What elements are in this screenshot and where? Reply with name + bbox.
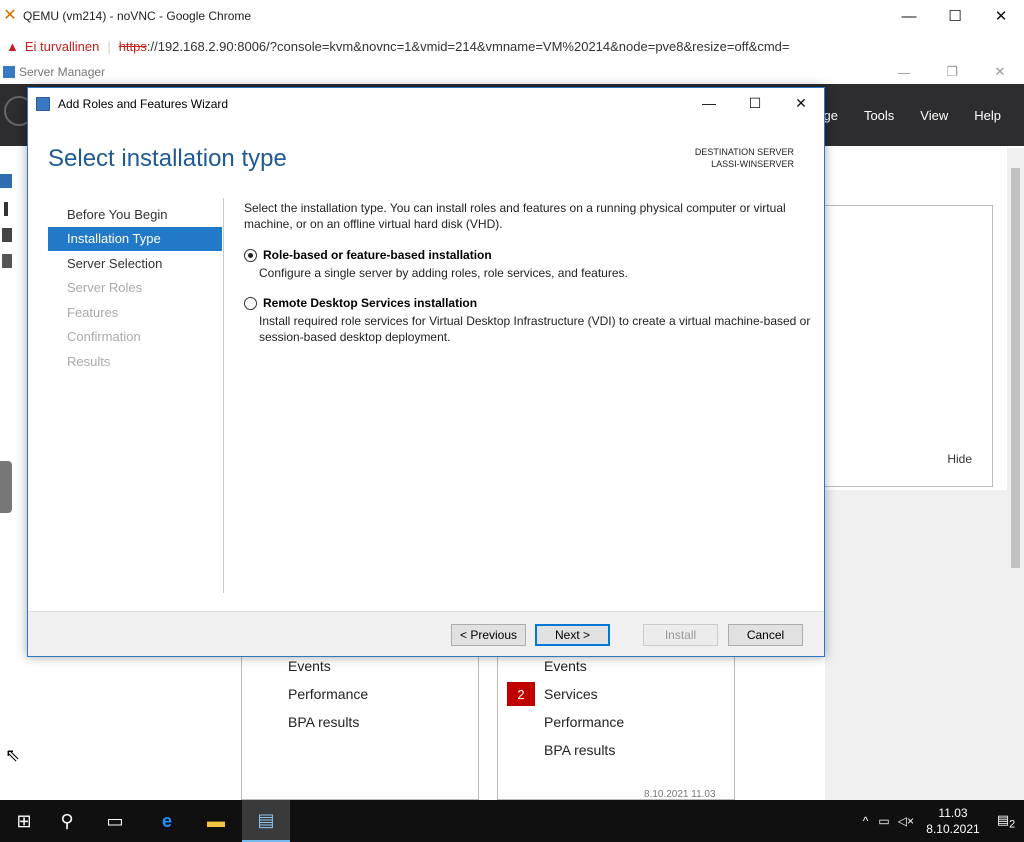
sm-close-button[interactable]: ✕ (976, 60, 1024, 84)
sm-restore-button[interactable]: ❐ (928, 60, 976, 84)
wizard-maximize-button[interactable]: ☐ (732, 88, 778, 118)
local-server-icon[interactable] (4, 202, 8, 216)
scroll-thumb[interactable] (1011, 168, 1020, 568)
side-expand-tab[interactable] (0, 461, 12, 513)
panel-left-bpa[interactable]: BPA results (288, 714, 359, 730)
notification-center-icon[interactable]: ▤2 (988, 812, 1024, 831)
radio-role-based[interactable] (244, 249, 257, 262)
browser-title-bar: ✕ QEMU (vm214) - noVNC - Google Chrome —… (0, 0, 1024, 32)
wizard-heading: Select installation type (48, 145, 287, 172)
wizard-footer: < Previous Next > Install Cancel (28, 611, 824, 656)
sm-left-nav (0, 146, 12, 800)
menu-tools[interactable]: Tools (851, 108, 907, 123)
mouse-pointer-icon: ⇖ (5, 745, 21, 765)
option-remote-desktop-label[interactable]: Remote Desktop Services installation (263, 296, 477, 310)
wizard-nav: Before You Begin Installation Type Serve… (48, 202, 222, 374)
welcome-tile: Hide (800, 205, 993, 487)
address-bar[interactable]: ▲ Ei turvallinen | https://192.168.2.90:… (0, 32, 1024, 60)
windows-start-icon[interactable]: ⊞ (0, 800, 48, 842)
clock-date: 8.10.2021 (926, 822, 980, 836)
add-roles-wizard: Add Roles and Features Wizard — ☐ ✕ Sele… (27, 87, 825, 657)
chevron-up-icon[interactable]: ^ (863, 814, 869, 828)
sm-gray-area (825, 490, 1007, 800)
all-servers-icon[interactable] (2, 228, 12, 242)
proxmox-x-icon: ✕ (3, 7, 17, 24)
nav-server-roles: Server Roles (67, 280, 143, 296)
option-role-based-description: Configure a single server by adding role… (259, 266, 628, 280)
server-manager-taskbar-icon[interactable]: ▤ (242, 800, 290, 842)
nav-results: Results (67, 353, 111, 369)
next-button[interactable]: Next > (535, 624, 610, 646)
nav-confirmation: Confirmation (67, 329, 141, 345)
url-text: ://192.168.2.90:8006/?console=kvm&novnc=… (146, 38, 790, 54)
security-warning-label[interactable]: Ei turvallinen (25, 39, 99, 54)
internet-explorer-icon[interactable]: e (143, 800, 191, 842)
dashboard-icon[interactable] (0, 174, 12, 188)
intro-text: Select the installation type. You can in… (244, 201, 786, 231)
task-view-icon[interactable]: ▭ (91, 800, 139, 842)
panel-right-services[interactable]: Services (544, 686, 598, 702)
server-manager-title: Server Manager (19, 65, 106, 79)
all-servers-panel: Events 2 Services Performance BPA result… (497, 655, 735, 800)
browser-close-button[interactable]: ✕ (978, 0, 1024, 32)
wizard-icon (36, 96, 50, 111)
option-remote-desktop-description: Install required role services for Virtu… (259, 314, 811, 344)
wizard-title: Add Roles and Features Wizard (58, 96, 229, 111)
wizard-title-bar: Add Roles and Features Wizard — ☐ ✕ (28, 88, 824, 119)
notification-count: 2 (1009, 818, 1016, 831)
volume-muted-icon[interactable]: ◁× (898, 814, 914, 828)
destination-label: DESTINATION SERVER (694, 147, 794, 157)
radio-remote-desktop[interactable] (244, 297, 257, 310)
sm-menu-bar: age Tools View Help (803, 108, 1014, 123)
sm-scrollbar[interactable] (1007, 148, 1024, 800)
nav-installation-type[interactable]: Installation Type (48, 226, 222, 251)
wizard-minimize-button[interactable]: — (686, 88, 732, 118)
install-button: Install (643, 624, 718, 646)
destination-server-info: DESTINATION SERVER LASSI-WINSERVER (695, 146, 794, 170)
nav-server-selection[interactable]: Server Selection (48, 251, 222, 276)
search-icon[interactable]: ⚲ (43, 800, 91, 842)
warning-icon[interactable]: ▲ (6, 39, 19, 54)
panel-left-performance[interactable]: Performance (288, 686, 368, 702)
nav-before-you-begin[interactable]: Before You Begin (48, 202, 222, 227)
local-server-panel: Events Performance BPA results (241, 655, 479, 800)
browser-title: QEMU (vm214) - noVNC - Google Chrome (23, 9, 252, 23)
menu-help[interactable]: Help (961, 108, 1014, 123)
panel-right-events[interactable]: Events (544, 658, 587, 674)
cancel-button[interactable]: Cancel (728, 624, 803, 646)
previous-button[interactable]: < Previous (451, 624, 526, 646)
sm-minimize-button[interactable]: — (880, 60, 928, 84)
browser-minimize-button[interactable]: — (886, 0, 932, 32)
panel-timestamp: 8.10.2021 11.03 (644, 789, 716, 800)
network-icon[interactable]: ▭ (878, 814, 889, 828)
taskbar: ⊞ ⚲ ▭ e ▬ ▤ ^ ▭ ◁× 11.03 8.10.2021 ▤2 (0, 800, 1024, 842)
system-tray: ^ ▭ ◁× 11.03 8.10.2021 ▤2 (863, 800, 1024, 842)
file-storage-icon[interactable] (2, 254, 12, 268)
hide-link[interactable]: Hide (947, 452, 972, 466)
panel-left-events[interactable]: Events (288, 658, 331, 674)
nav-features: Features (67, 304, 119, 320)
browser-maximize-button[interactable]: ☐ (932, 0, 978, 32)
clock[interactable]: 11.03 8.10.2021 (918, 805, 988, 837)
services-alert-badge: 2 (507, 682, 535, 706)
option-role-based-label[interactable]: Role-based or feature-based installation (263, 248, 492, 262)
server-manager-icon (3, 66, 15, 78)
nav-divider (223, 198, 224, 593)
server-manager-title-bar: Server Manager — ❐ ✕ (0, 60, 1024, 84)
destination-server-name: LASSI-WINSERVER (711, 159, 794, 169)
panel-right-bpa[interactable]: BPA results (544, 742, 615, 758)
url-scheme: https (118, 38, 147, 54)
menu-view[interactable]: View (907, 108, 961, 123)
clock-time: 11.03 (938, 806, 968, 820)
wizard-close-button[interactable]: ✕ (778, 88, 824, 118)
file-explorer-icon[interactable]: ▬ (192, 800, 240, 842)
separator: | (107, 38, 111, 54)
panel-right-performance[interactable]: Performance (544, 714, 624, 730)
